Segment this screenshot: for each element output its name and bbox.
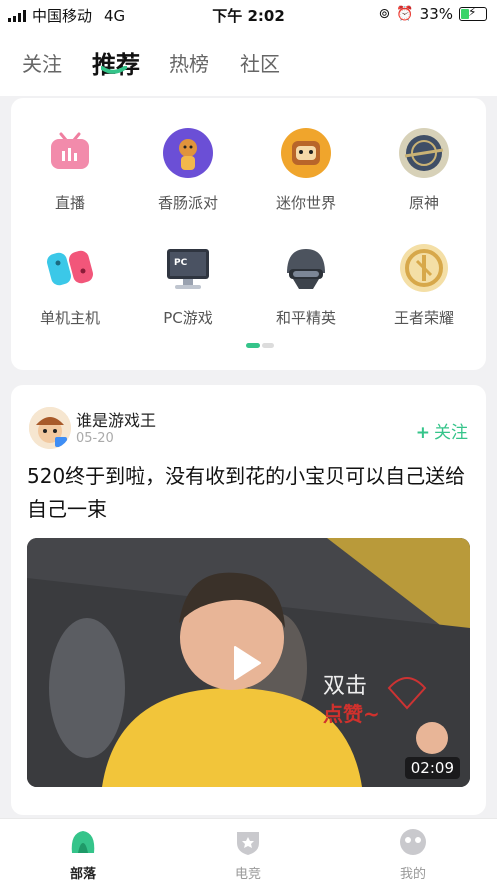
category-label: 王者荣耀 [393,309,454,327]
tv-live-icon [43,126,97,180]
category-label: PC游戏 [163,309,213,327]
bottom-nav-tribe[interactable]: 部落 [43,827,123,882]
post-date: 05-20 [76,431,114,446]
category-peace-elite[interactable]: 和平精英 [247,241,365,328]
bottom-nav: 部落 电竞 我的 [0,818,497,884]
avatar[interactable] [29,407,71,449]
category-label: 单机主机 [39,309,100,327]
helmet-icon [279,241,333,295]
category-pc-games[interactable]: PC PC游戏 [129,241,247,328]
bottom-nav-label: 我的 [399,867,426,882]
alarm-icon: ⏰ [396,6,414,22]
tab-follow[interactable]: 关注 [22,48,62,77]
tab-hot[interactable]: 热榜 [169,48,209,77]
post-text[interactable]: 520终于到啦，没有收到花的小宝贝可以自己送给自己一束 [27,460,477,526]
video-duration: 02:09 [404,757,460,779]
category-live[interactable]: 直播 [11,126,129,213]
like-hint: 点赞~ [323,702,380,726]
post-card[interactable]: 谁是游戏王 05-20 + 关注 520终于到啦，没有收到花的小宝贝可以自己送给自… [11,385,486,815]
category-grid: 直播 香肠派对 迷你世界 原神 单机主机 PC PC游戏 和平精英 王者荣耀 [11,98,486,370]
category-honor-of-kings[interactable]: 王者荣耀 [365,241,483,328]
profile-face-icon [398,827,428,857]
double-tap-hint: 双击 [323,674,368,699]
bottom-nav-me[interactable]: 我的 [373,827,453,882]
follow-label: 关注 [434,423,468,443]
esports-shield-icon [233,827,263,857]
tab-community[interactable]: 社区 [240,48,280,77]
switch-console-icon [43,241,97,295]
category-console[interactable]: 单机主机 [11,241,129,328]
follow-button[interactable]: + 关注 [416,418,468,443]
pc-monitor-icon: PC [161,241,215,295]
play-icon[interactable] [232,645,262,681]
author-name[interactable]: 谁是游戏王 [76,407,156,431]
category-label: 和平精英 [275,309,336,327]
category-mini-world[interactable]: 迷你世界 [247,126,365,213]
carousel-page-indicator [246,343,274,348]
sausage-party-icon [161,126,215,180]
active-tab-indicator [101,66,127,74]
category-label: 香肠派对 [157,194,218,212]
svg-text:PC: PC [174,258,188,268]
category-label: 直播 [54,194,85,212]
rotation-lock-icon: ⊚ [378,6,391,22]
category-label: 迷你世界 [275,194,336,212]
top-tab-bar: 关注 推荐 热榜 社区 [0,30,497,96]
status-bar: 中国移动 4G 下午 2:02 ⊚ ⏰ 33% ⚡ [0,0,497,30]
genshin-icon [397,126,451,180]
plus-icon: + [415,423,430,443]
tribe-icon [68,827,98,857]
tab-recommend[interactable]: 推荐 [92,45,140,80]
battery-icon: ⚡ [459,5,487,21]
category-sausage-party[interactable]: 香肠派对 [129,126,247,213]
video-player[interactable]: 双击 点赞~ 02:09 [27,538,470,787]
mini-world-icon [279,126,333,180]
category-label: 原神 [408,194,439,212]
honor-of-kings-icon [397,241,451,295]
battery-percent: 33% [419,5,453,23]
bottom-nav-esports[interactable]: 电竞 [208,827,288,882]
category-genshin[interactable]: 原神 [365,126,483,213]
bottom-nav-label: 部落 [69,867,96,882]
bottom-nav-label: 电竞 [234,867,261,882]
